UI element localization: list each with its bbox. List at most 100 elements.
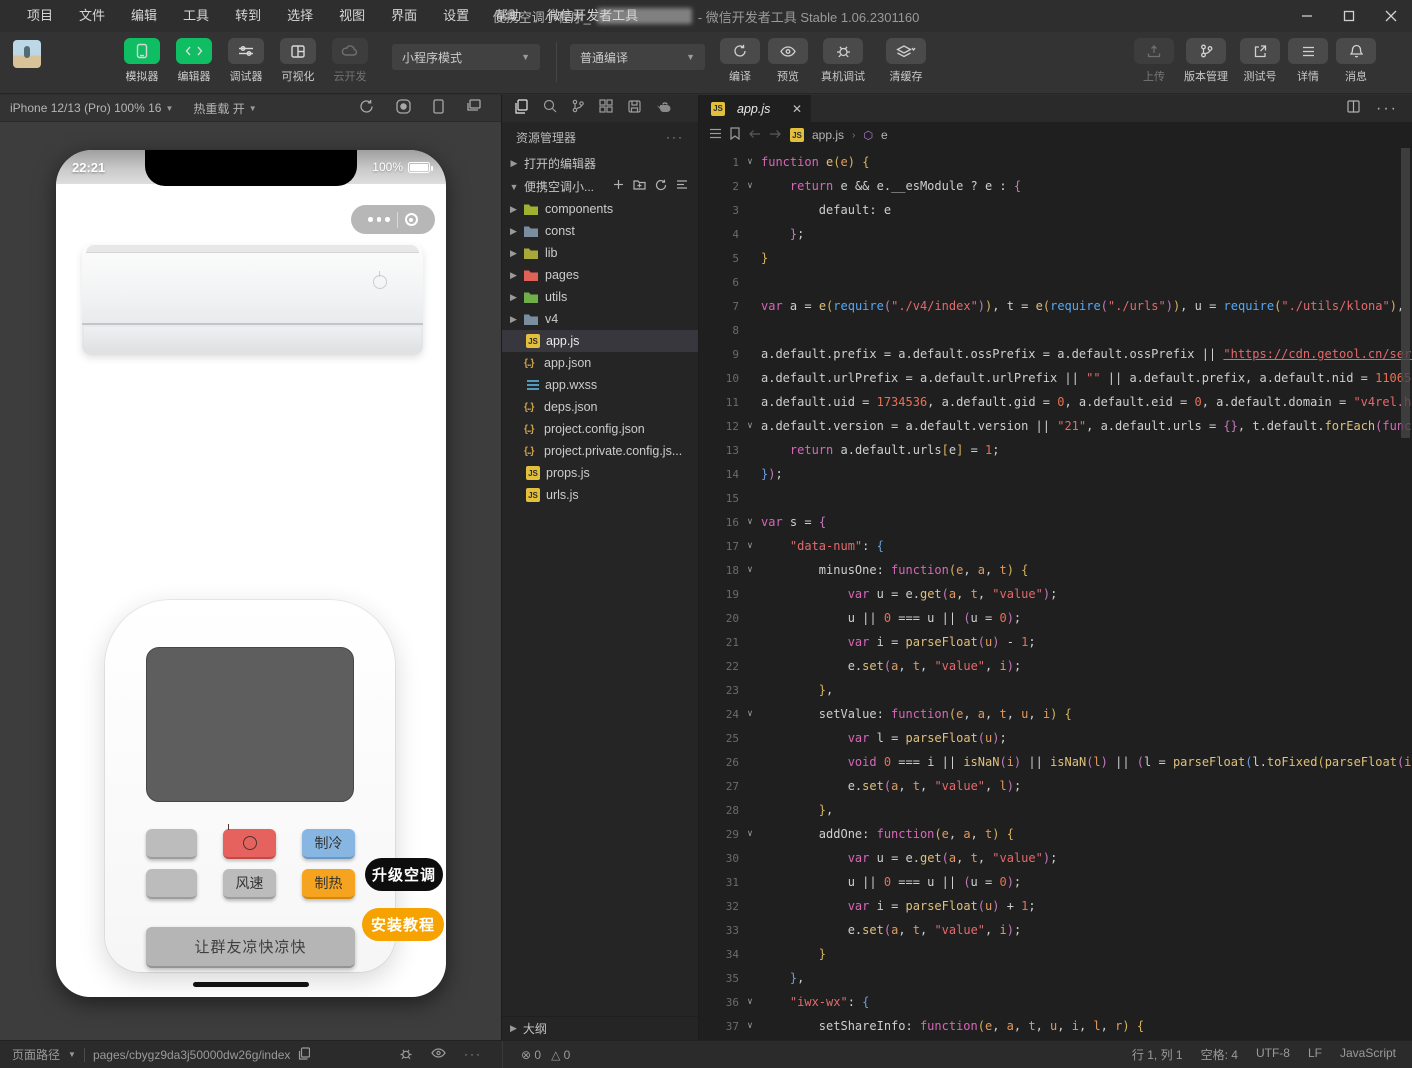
- code-line-23[interactable]: 23 },: [699, 678, 1412, 702]
- user-avatar[interactable]: [13, 40, 41, 68]
- fold-chevron-icon[interactable]: ∨: [739, 157, 761, 167]
- files-icon[interactable]: [514, 99, 528, 119]
- tree-item-lib[interactable]: ▶lib: [502, 242, 698, 264]
- upload-button[interactable]: 上传: [1128, 38, 1180, 84]
- menu-item[interactable]: 设置: [430, 0, 482, 32]
- cloud-dev-button[interactable]: 云开发: [328, 38, 372, 84]
- code-line-27[interactable]: 27 e.set(a, t, "value", l);: [699, 774, 1412, 798]
- more-dots-icon[interactable]: [368, 217, 390, 222]
- remote-power-button[interactable]: [223, 829, 276, 859]
- menu-item[interactable]: 文件: [66, 0, 118, 32]
- messages-button[interactable]: 消息: [1330, 38, 1382, 84]
- source-control-icon[interactable]: [572, 99, 584, 118]
- exit-circle-icon[interactable]: [405, 213, 418, 226]
- editor-scrollbar[interactable]: [1401, 148, 1410, 438]
- mode-dropdown[interactable]: 小程序模式▼: [392, 44, 540, 70]
- code-line-1[interactable]: 1∨function e(e) {: [699, 150, 1412, 174]
- teapot-icon[interactable]: [656, 100, 672, 118]
- menu-item[interactable]: 选择: [274, 0, 326, 32]
- fold-chevron-icon[interactable]: ∨: [739, 565, 761, 575]
- page-path-label[interactable]: 页面路径: [12, 1046, 60, 1063]
- search-icon[interactable]: [543, 99, 557, 118]
- save-all-icon[interactable]: [628, 100, 641, 118]
- tree-item-components[interactable]: ▶components: [502, 198, 698, 220]
- bug-icon[interactable]: [399, 1047, 413, 1063]
- clear-cache-button[interactable]: 清缓存: [880, 38, 932, 84]
- tree-item-v4[interactable]: ▶v4: [502, 308, 698, 330]
- code-line-32[interactable]: 32 var i = parseFloat(u) + 1;: [699, 894, 1412, 918]
- menu-item[interactable]: 转到: [222, 0, 274, 32]
- code-line-10[interactable]: 10a.default.urlPrefix = a.default.urlPre…: [699, 366, 1412, 390]
- tree-item-project.config.json[interactable]: {..}project.config.json: [502, 418, 698, 440]
- code-line-29[interactable]: 29∨ addOne: function(e, a, t) {: [699, 822, 1412, 846]
- tree-item-utils[interactable]: ▶utils: [502, 286, 698, 308]
- code-line-34[interactable]: 34 }: [699, 942, 1412, 966]
- simulator-toggle-button[interactable]: 模拟器: [120, 38, 164, 84]
- code-line-21[interactable]: 21 var i = parseFloat(u) - 1;: [699, 630, 1412, 654]
- visualizer-toggle-button[interactable]: 可视化: [276, 38, 320, 84]
- code-line-3[interactable]: 3 default: e: [699, 198, 1412, 222]
- menu-item[interactable]: 微信开发者工具: [534, 0, 651, 32]
- install-tutorial-badge[interactable]: 安装教程: [362, 908, 444, 941]
- close-icon[interactable]: ✕: [792, 102, 802, 116]
- remote-heat-button[interactable]: 制热: [302, 869, 355, 899]
- tree-item-app.json[interactable]: {..}app.json: [502, 352, 698, 374]
- code-line-17[interactable]: 17∨ "data-num": {: [699, 534, 1412, 558]
- project-section[interactable]: ▼ 便携空调小...: [502, 175, 698, 198]
- forward-arrow-icon[interactable]: [769, 128, 782, 142]
- fold-chevron-icon[interactable]: ∨: [739, 421, 761, 431]
- tree-item-props.js[interactable]: JSprops.js: [502, 462, 698, 484]
- more-actions-icon[interactable]: ···: [464, 1047, 482, 1063]
- encoding[interactable]: UTF-8: [1256, 1046, 1290, 1063]
- tree-item-deps.json[interactable]: {..}deps.json: [502, 396, 698, 418]
- bookmark-icon[interactable]: [730, 127, 740, 143]
- remote-share-button[interactable]: 让群友凉快凉快: [146, 927, 355, 968]
- code-line-28[interactable]: 28 },: [699, 798, 1412, 822]
- rotate-icon[interactable]: [359, 99, 374, 117]
- code-area[interactable]: 1∨function e(e) {2∨ return e && e.__esMo…: [699, 148, 1412, 1040]
- code-line-15[interactable]: 15: [699, 486, 1412, 510]
- code-line-9[interactable]: 9a.default.prefix = a.default.ossPrefix …: [699, 342, 1412, 366]
- code-line-16[interactable]: 16∨var s = {: [699, 510, 1412, 534]
- remote-blank-button-1[interactable]: [146, 829, 197, 859]
- more-actions-icon[interactable]: ···: [1376, 100, 1398, 118]
- code-line-6[interactable]: 6: [699, 270, 1412, 294]
- version-control-button[interactable]: 版本管理: [1178, 38, 1234, 84]
- tree-item-urls.js[interactable]: JSurls.js: [502, 484, 698, 506]
- tree-item-pages[interactable]: ▶pages: [502, 264, 698, 286]
- code-line-12[interactable]: 12∨a.default.version = a.default.version…: [699, 414, 1412, 438]
- remote-fan-button[interactable]: 风速: [223, 869, 276, 899]
- fold-chevron-icon[interactable]: ∨: [739, 709, 761, 719]
- code-line-2[interactable]: 2∨ return e && e.__esModule ? e : {: [699, 174, 1412, 198]
- code-line-31[interactable]: 31 u || 0 === u || (u = 0);: [699, 870, 1412, 894]
- fold-chevron-icon[interactable]: ∨: [739, 517, 761, 527]
- code-line-18[interactable]: 18∨ minusOne: function(e, a, t) {: [699, 558, 1412, 582]
- refresh-icon[interactable]: [655, 179, 667, 194]
- code-line-24[interactable]: 24∨ setValue: function(e, a, t, u, i) {: [699, 702, 1412, 726]
- compile-mode-dropdown[interactable]: 普通编译▼: [570, 44, 705, 70]
- multi-window-icon[interactable]: [466, 99, 481, 117]
- copy-icon[interactable]: [298, 1047, 310, 1063]
- fold-chevron-icon[interactable]: ∨: [739, 1021, 761, 1031]
- test-account-button[interactable]: 测试号: [1234, 38, 1286, 84]
- eol-setting[interactable]: LF: [1308, 1046, 1322, 1063]
- editor-toggle-button[interactable]: 编辑器: [172, 38, 216, 84]
- fold-chevron-icon[interactable]: ∨: [739, 181, 761, 191]
- device-selector[interactable]: iPhone 12/13 (Pro) 100% 16▼: [10, 101, 173, 115]
- open-editors-section[interactable]: ▶ 打开的编辑器: [502, 152, 698, 175]
- tree-item-const[interactable]: ▶const: [502, 220, 698, 242]
- problems-indicator[interactable]: ⊗ 0 △ 0: [502, 1041, 570, 1068]
- code-line-8[interactable]: 8: [699, 318, 1412, 342]
- new-file-icon[interactable]: [613, 179, 624, 194]
- code-line-36[interactable]: 36∨ "iwx-wx": {: [699, 990, 1412, 1014]
- maximize-button[interactable]: [1328, 0, 1370, 32]
- menu-item[interactable]: 界面: [378, 0, 430, 32]
- split-editor-icon[interactable]: [1347, 100, 1360, 118]
- extensions-icon[interactable]: [599, 99, 613, 118]
- code-line-26[interactable]: 26 void 0 === i || isNaN(i) || isNaN(l) …: [699, 750, 1412, 774]
- outline-section[interactable]: ▶ 大纲: [502, 1016, 698, 1040]
- more-actions-icon[interactable]: ···: [666, 130, 684, 144]
- code-line-20[interactable]: 20 u || 0 === u || (u = 0);: [699, 606, 1412, 630]
- code-line-30[interactable]: 30 var u = e.get(a, t, "value");: [699, 846, 1412, 870]
- code-line-13[interactable]: 13 return a.default.urls[e] = 1;: [699, 438, 1412, 462]
